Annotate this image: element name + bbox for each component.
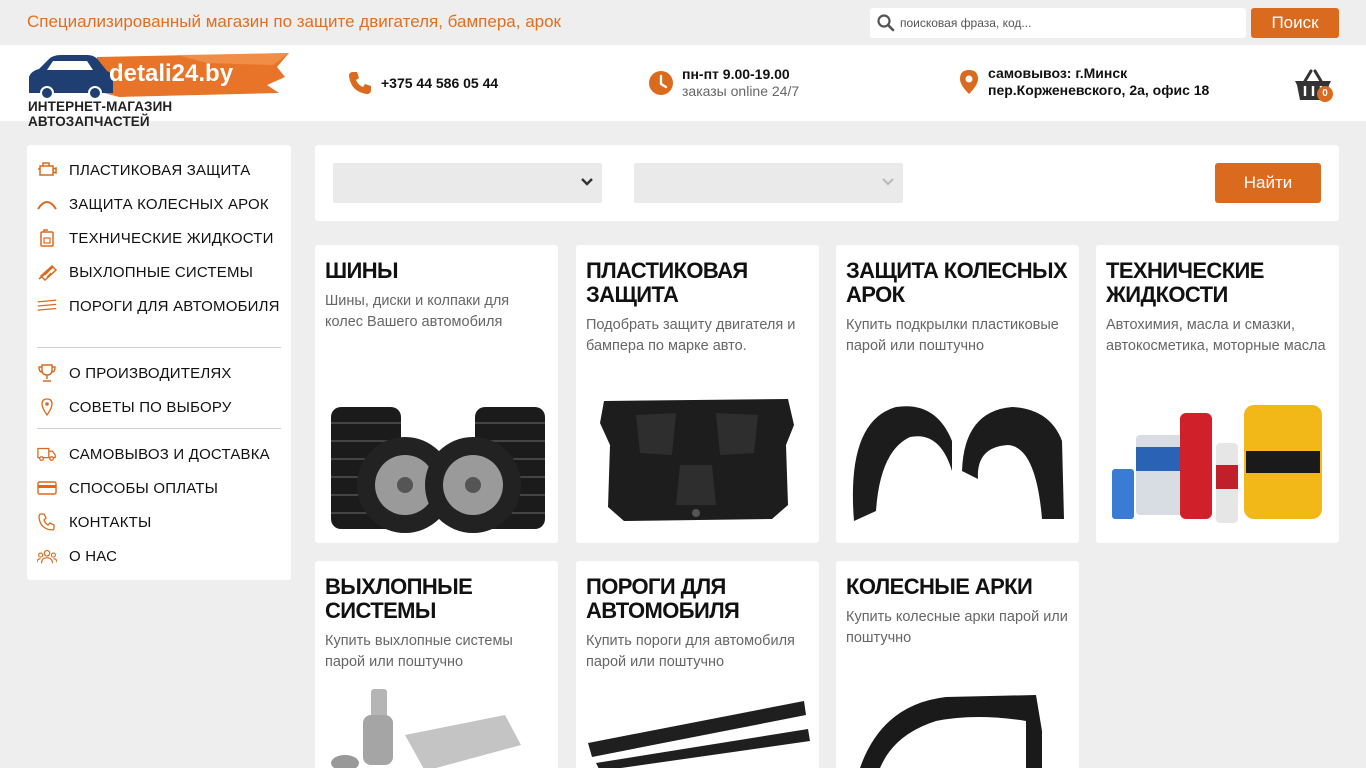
phone-icon	[38, 513, 55, 531]
fluids-image	[1112, 405, 1322, 523]
search-button[interactable]: Поиск	[1251, 8, 1339, 38]
card-title: КОЛЕСНЫЕ АРКИ	[846, 574, 1033, 599]
category-card-fluids[interactable]: ТЕХНИЧЕСКИЕ ЖИДКОСТИ Автохимия, масла и …	[1096, 245, 1339, 543]
address-line-2: пер.Корженевского, 2а, офис 18	[988, 82, 1210, 98]
car-filter-panel: Найти	[315, 145, 1339, 221]
address-block: самовывоз: г.Минск пер.Корженевского, 2а…	[958, 65, 1209, 99]
phone-icon	[349, 72, 371, 94]
sidebar-item-label: ПЛАСТИКОВАЯ ЗАЩИТА	[69, 162, 251, 179]
sidebar-item-manufacturers[interactable]: О ПРОИЗВОДИТЕЛЯХ	[37, 364, 281, 384]
sidebar-item-label: ЗАЩИТА КОЛЕСНЫХ АРОК	[69, 196, 269, 213]
find-button[interactable]: Найти	[1215, 163, 1321, 203]
side-sills-image	[588, 701, 810, 768]
model-select[interactable]	[634, 163, 903, 203]
category-card-plastic-protection[interactable]: ПЛАСТИКОВАЯ ЗАЩИТА Подобрать защиту двиг…	[576, 245, 819, 543]
pin-icon	[41, 398, 53, 416]
engine-guard-image	[600, 399, 794, 521]
address-line-1: самовывоз: г.Минск	[988, 65, 1128, 81]
chevron-down-icon	[882, 178, 894, 186]
category-card-tires[interactable]: ШИНЫ Шины, диски и колпаки для колес Ваш…	[315, 245, 558, 543]
card-description: Купить колесные арки парой или поштучно	[846, 609, 1068, 646]
category-card-wheel-arches[interactable]: КОЛЕСНЫЕ АРКИ Купить колесные арки парой…	[836, 561, 1079, 768]
search-box[interactable]	[870, 8, 1246, 38]
sidebar-item-fluids[interactable]: ТЕХНИЧЕСКИЕ ЖИДКОСТИ	[37, 229, 281, 249]
exhaust-icon	[38, 264, 57, 281]
sidebar-item-exhaust[interactable]: ВЫХЛОПНЫЕ СИСТЕМЫ	[37, 263, 281, 283]
site-tagline: Специализированный магазин по защите дви…	[27, 12, 561, 31]
brand-select[interactable]	[333, 163, 602, 203]
phone-block[interactable]: +375 44 586 05 44	[347, 70, 498, 96]
card-description: Купить подкрылки пластиковые парой или п…	[846, 317, 1059, 354]
sidebar-item-plastic-protection[interactable]: ПЛАСТИКОВАЯ ЗАЩИТА	[37, 161, 281, 181]
sidebar-item-label: О ПРОИЗВОДИТЕЛЯХ	[69, 365, 232, 382]
card-description: Шины, диски и колпаки для колес Вашего а…	[325, 293, 510, 330]
site-header: detali24.by ИНТЕРНЕТ-МАГАЗИН АВТОЗАПЧАСТ…	[0, 45, 1366, 129]
card-title: ТЕХНИЧЕСКИЕ ЖИДКОСТИ	[1106, 258, 1264, 307]
wheel-arch-liners-image	[852, 406, 1064, 521]
category-card-arch-protection[interactable]: ЗАЩИТА КОЛЕСНЫХ АРОК Купить подкрылки пл…	[836, 245, 1079, 543]
sidebar-item-sills[interactable]: ПОРОГИ ДЛЯ АВТОМОБИЛЯ	[37, 297, 281, 317]
sidebar-item-delivery[interactable]: САМОВЫВОЗ И ДОСТАВКА	[37, 445, 281, 465]
sidebar-item-label: САМОВЫВОЗ И ДОСТАВКА	[69, 446, 270, 463]
category-card-sills[interactable]: ПОРОГИ ДЛЯ АВТОМОБИЛЯ Купить пороги для …	[576, 561, 819, 768]
sidebar-item-label: ПОРОГИ ДЛЯ АВТОМОБИЛЯ	[69, 298, 280, 315]
sidebar-item-label: СПОСОБЫ ОПЛАТЫ	[69, 480, 219, 497]
wheel-arch-image	[859, 695, 1042, 768]
card-title: ШИНЫ	[325, 258, 399, 283]
search-icon	[877, 14, 895, 32]
card-description: Купить пороги для автомобиля парой или п…	[586, 633, 795, 670]
sidebar-item-label: О НАС	[69, 548, 118, 565]
logo-text: detali24.by	[109, 60, 234, 87]
logo-subtitle: ИНТЕРНЕТ-МАГАЗИН АВТОЗАПЧАСТЕЙ	[28, 99, 173, 129]
working-hours: пн-пт 9.00-19.00	[682, 66, 790, 82]
sidebar-item-label: КОНТАКТЫ	[69, 514, 152, 531]
card-title: ЗАЩИТА КОЛЕСНЫХ АРОК	[846, 258, 1068, 307]
card-title: ПОРОГИ ДЛЯ АВТОМОБИЛЯ	[586, 574, 740, 623]
clock-icon	[649, 71, 673, 95]
sidebar-item-label: СОВЕТЫ ПО ВЫБОРУ	[69, 399, 232, 416]
card-description: Купить выхлопные системы парой или пошту…	[325, 633, 513, 670]
sill-icon	[37, 299, 57, 311]
trophy-icon	[38, 364, 56, 382]
arch-icon	[37, 201, 57, 210]
sidebar-item-payment[interactable]: СПОСОБЫ ОПЛАТЫ	[37, 479, 281, 499]
category-sidebar: ПЛАСТИКОВАЯ ЗАЩИТА ЗАЩИТА КОЛЕСНЫХ АРОК …	[27, 145, 291, 580]
phone-number: +375 44 586 05 44	[381, 74, 499, 91]
tires-image	[331, 407, 545, 533]
engine-icon	[38, 162, 57, 176]
sidebar-item-arch-protection[interactable]: ЗАЩИТА КОЛЕСНЫХ АРОК	[37, 195, 281, 215]
cart-count-badge: 0	[1317, 86, 1333, 102]
sidebar-divider	[37, 347, 281, 348]
card-description: Подобрать защиту двигателя и бампера по …	[586, 317, 796, 354]
logo-graphic: detali24.by	[29, 53, 289, 100]
card-title: ВЫХЛОПНЫЕ СИСТЕМЫ	[325, 574, 473, 623]
card-title: ПЛАСТИКОВАЯ ЗАЩИТА	[586, 258, 748, 307]
category-card-exhaust[interactable]: ВЫХЛОПНЫЕ СИСТЕМЫ Купить выхлопные систе…	[315, 561, 558, 768]
card-icon	[37, 481, 57, 495]
sidebar-item-advice[interactable]: СОВЕТЫ ПО ВЫБОРУ	[37, 398, 281, 418]
exhaust-image	[331, 689, 521, 768]
canister-icon	[40, 229, 54, 247]
sidebar-item-label: ТЕХНИЧЕСКИЕ ЖИДКОСТИ	[69, 230, 274, 247]
top-bar: Специализированный магазин по защите дви…	[0, 0, 1366, 45]
hours-block: пн-пт 9.00-19.00 заказы online 24/7	[648, 66, 799, 100]
search-input[interactable]	[900, 8, 1240, 38]
truck-icon	[37, 447, 56, 461]
sidebar-item-contacts[interactable]: КОНТАКТЫ	[37, 513, 281, 533]
online-orders: заказы online 24/7	[682, 83, 800, 99]
sidebar-item-about[interactable]: О НАС	[37, 547, 281, 567]
location-pin-icon	[960, 70, 978, 94]
card-description: Автохимия, масла и смазки, автокосметика…	[1106, 317, 1326, 354]
chevron-down-icon	[581, 178, 593, 186]
people-icon	[37, 549, 57, 564]
site-logo[interactable]: detali24.by ИНТЕРНЕТ-МАГАЗИН АВТОЗАПЧАСТ…	[27, 51, 289, 129]
sidebar-divider	[37, 428, 281, 429]
sidebar-item-label: ВЫХЛОПНЫЕ СИСТЕМЫ	[69, 264, 254, 281]
